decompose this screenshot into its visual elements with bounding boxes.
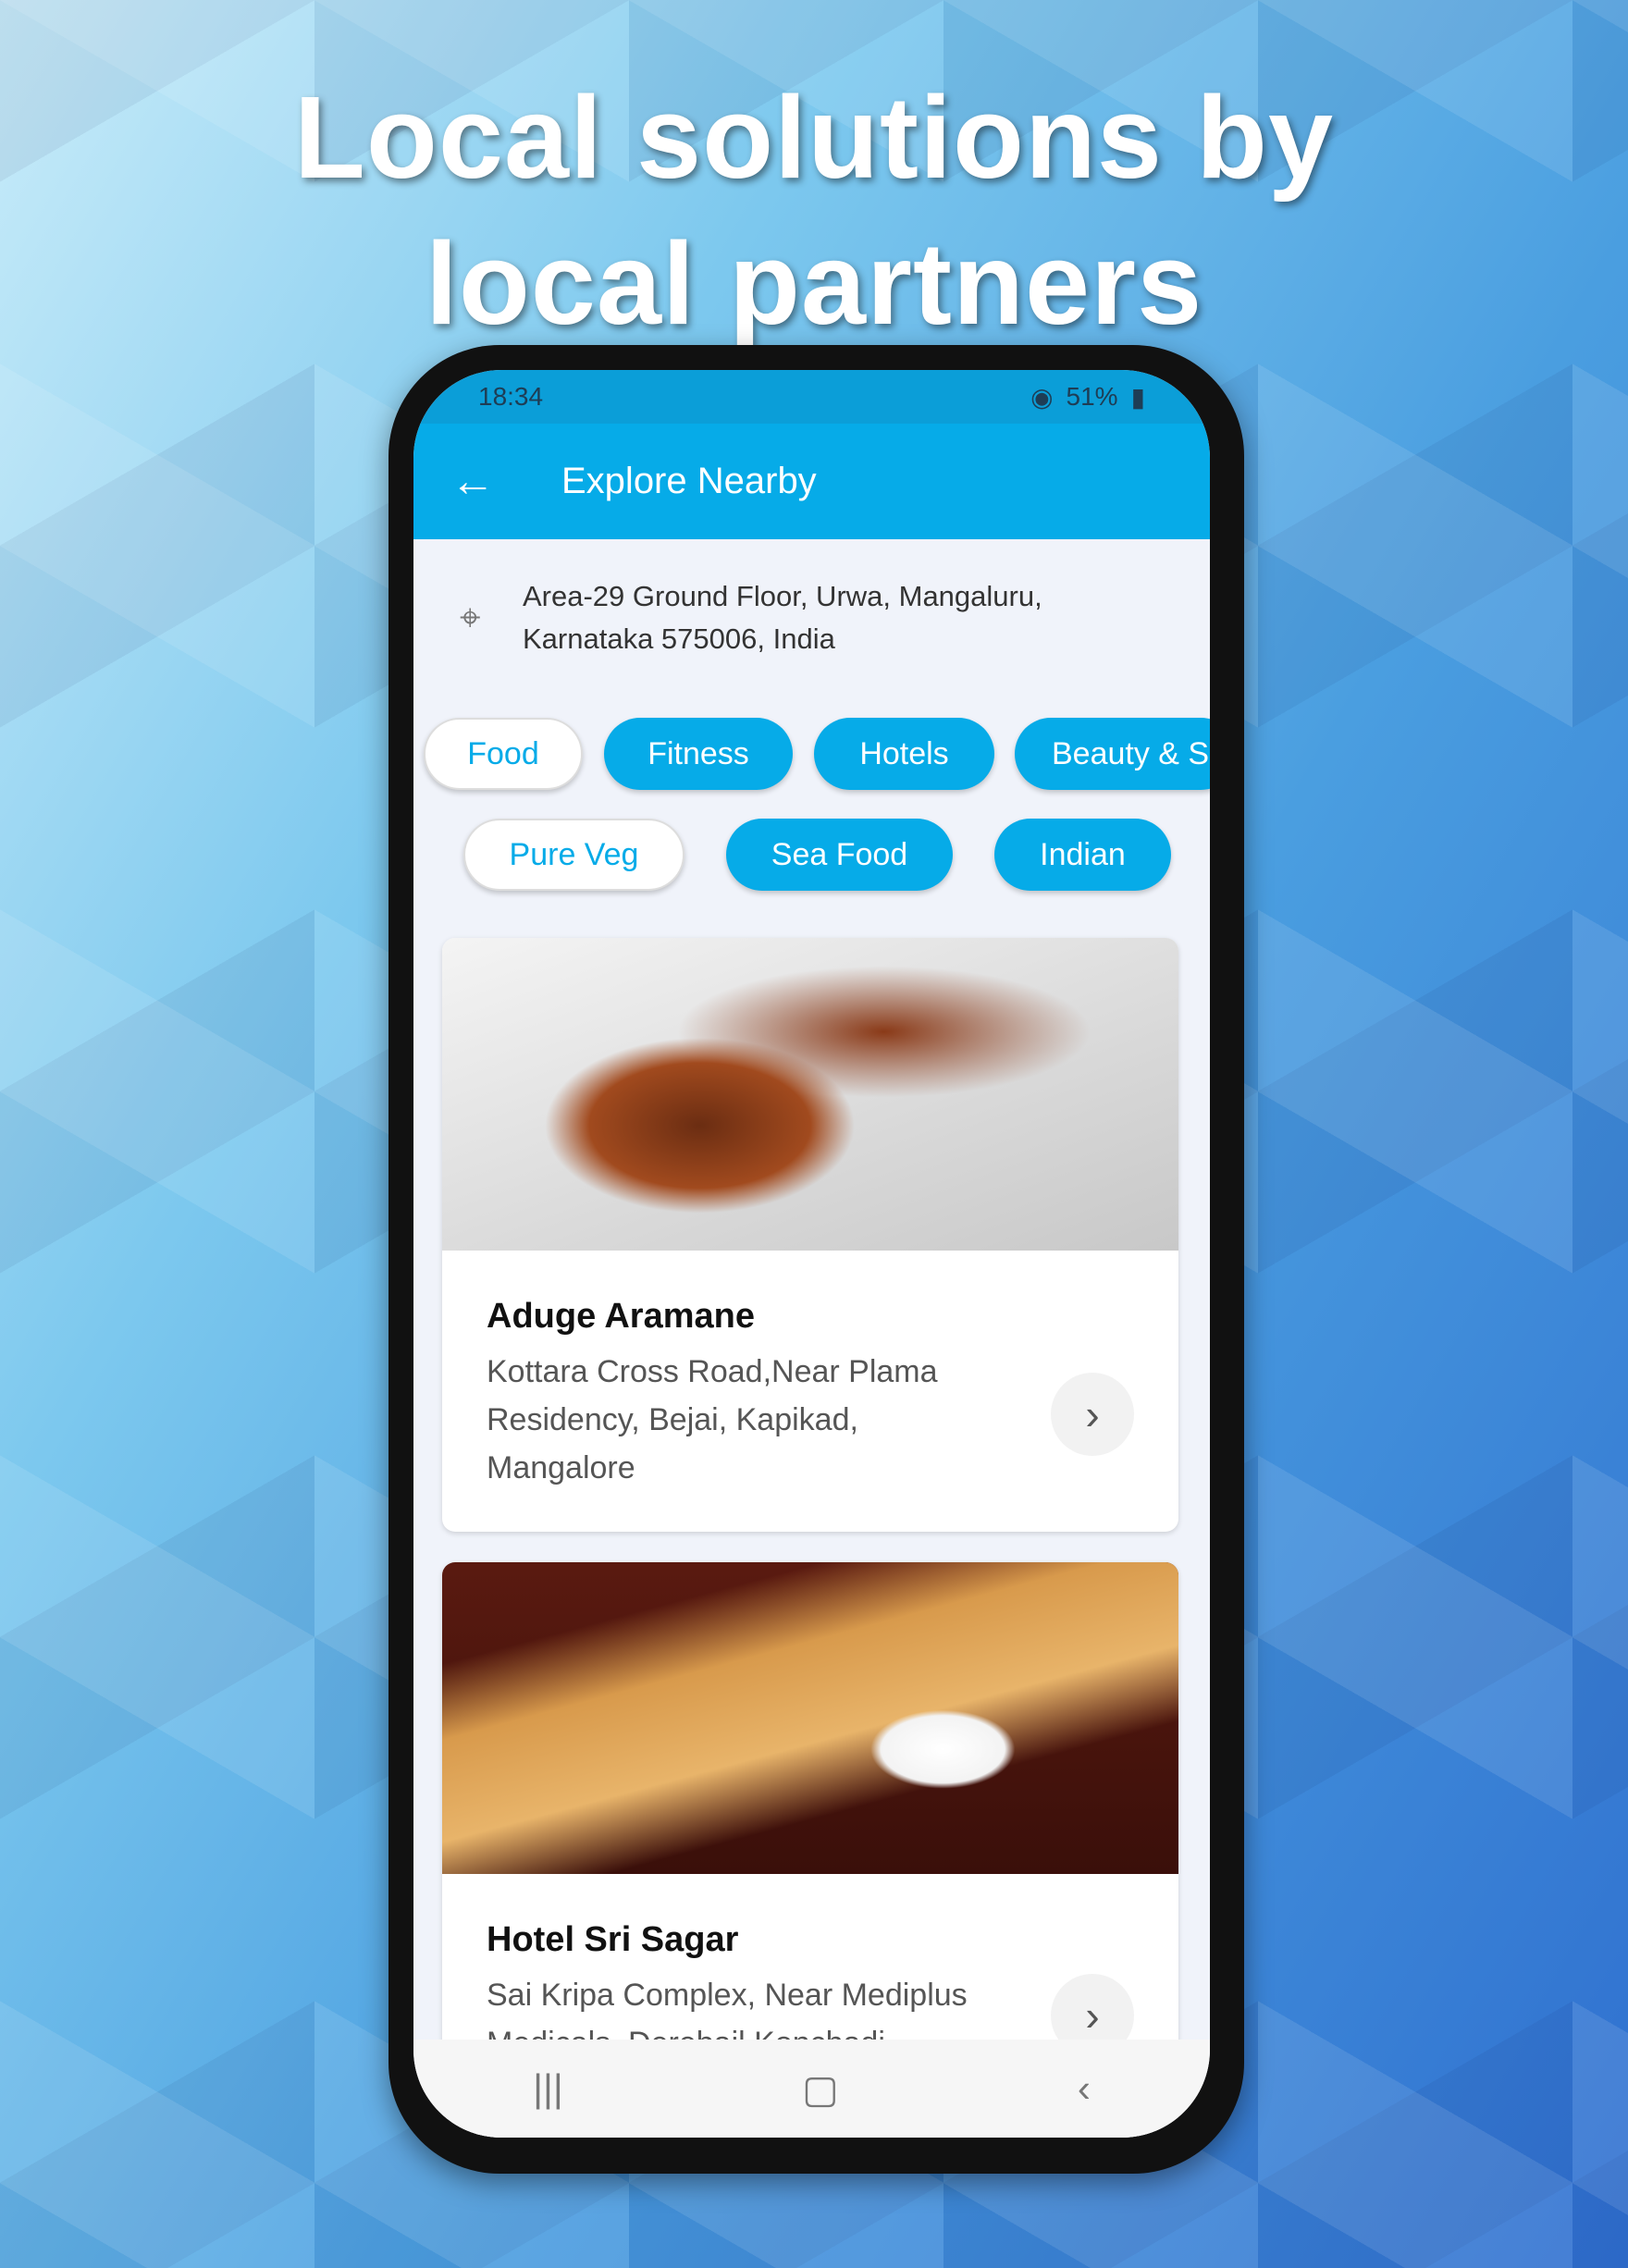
listing-card[interactable]: Aduge Aramane Kottara Cross Road,Near Pl…: [442, 938, 1178, 1532]
status-time: 18:34: [478, 382, 544, 411]
food-image: [442, 938, 1178, 1251]
battery-icon: ▮: [1130, 382, 1145, 412]
status-bar: 18:34 ◉ 51% ▮: [413, 370, 1210, 424]
food-image: [442, 1562, 1178, 1874]
chip-beauty[interactable]: Beauty & S: [1015, 718, 1210, 790]
listing-name: Aduge Aramane: [487, 1297, 755, 1336]
listing-name: Hotel Sri Sagar: [487, 1920, 739, 1959]
home-icon[interactable]: ▢: [802, 2066, 839, 2112]
recent-apps-icon[interactable]: |||: [533, 2066, 563, 2111]
location-pin-icon: ⌖: [460, 597, 481, 638]
chevron-right-icon[interactable]: ›: [1051, 1373, 1134, 1456]
headline-line: local partners: [425, 218, 1203, 349]
chip-sea-food[interactable]: Sea Food: [726, 819, 953, 891]
chip-indian[interactable]: Indian: [994, 819, 1171, 891]
headline-line: Local solutions by: [293, 72, 1335, 203]
wifi-icon: ◉: [1030, 382, 1054, 412]
headline: Local solutions by local partners: [0, 65, 1628, 357]
back-arrow-icon[interactable]: ←: [450, 456, 561, 507]
listing-address: Kottara Cross Road,Near Plama Residency,…: [487, 1354, 938, 1485]
page-title: Explore Nearby: [561, 461, 817, 501]
back-icon[interactable]: ‹: [1078, 2066, 1091, 2111]
phone-screen: 18:34 ◉ 51% ▮ ← Explore Nearby ⌖ Area-29 G…: [413, 370, 1210, 2138]
chip-pure-veg[interactable]: Pure Veg: [463, 819, 684, 891]
chip-fitness[interactable]: Fitness: [604, 718, 793, 790]
address-line: Area-29 Ground Floor, Urwa, Mangaluru,: [523, 579, 1042, 612]
chip-food[interactable]: Food: [424, 718, 583, 790]
chip-hotels[interactable]: Hotels: [814, 718, 994, 790]
address-line: Karnataka 575006, India: [523, 622, 835, 655]
location-bar[interactable]: ⌖ Area-29 Ground Floor, Urwa, Mangaluru,…: [413, 539, 1210, 696]
battery-level: 51%: [1066, 381, 1118, 411]
system-nav-bar: ||| ▢ ‹: [413, 2040, 1210, 2138]
app-bar: ← Explore Nearby: [413, 424, 1210, 539]
